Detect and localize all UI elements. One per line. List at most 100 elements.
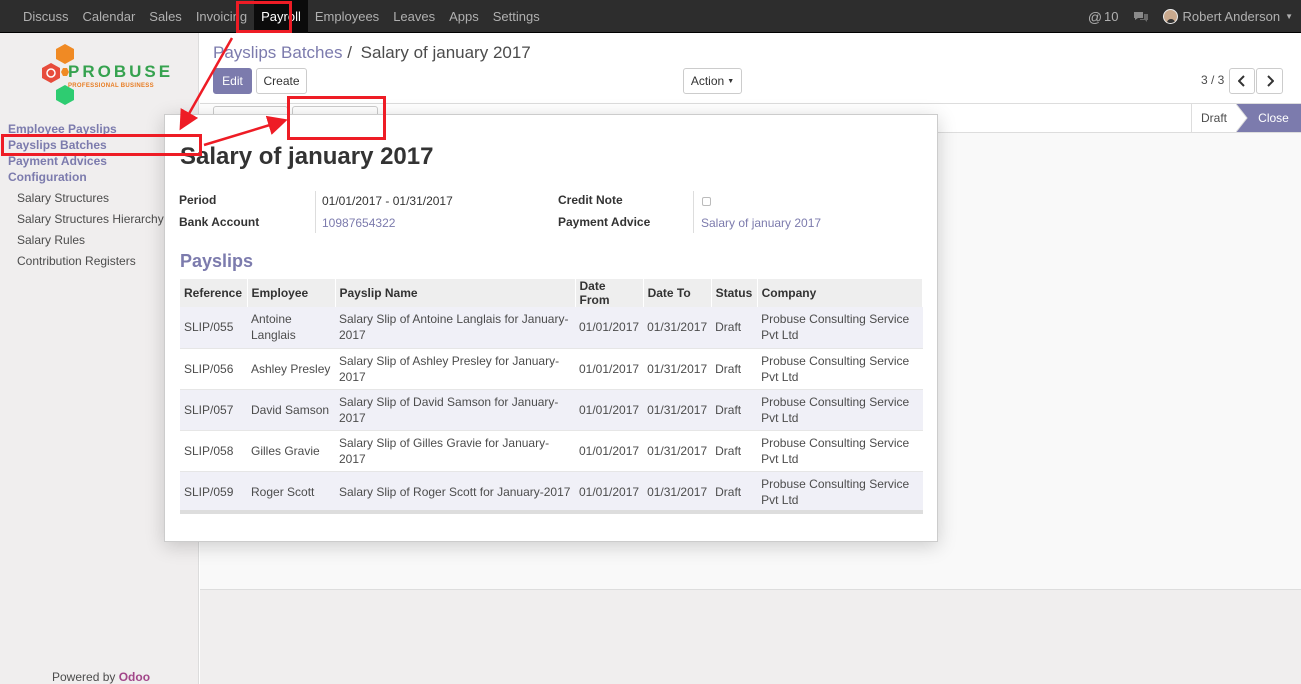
systray: @ 10 Robert Anderson ▼ xyxy=(1074,0,1293,33)
cell-status: Draft xyxy=(715,361,742,376)
bank-account-link[interactable]: 10987654322 xyxy=(322,216,395,230)
powered-prefix: Powered by xyxy=(52,670,116,684)
create-button[interactable]: Create xyxy=(256,68,307,94)
bank-account-label: Bank Account xyxy=(179,215,260,229)
stage-draft[interactable]: Draft xyxy=(1191,104,1236,132)
table-row[interactable]: SLIP/057 David Samson Salary Slip of Dav… xyxy=(180,389,923,430)
cell-date-to: 01/31/2017 xyxy=(643,307,712,348)
logo-name: PROBUSE xyxy=(68,62,174,81)
cell-status: Draft xyxy=(715,443,742,458)
table-footer xyxy=(180,510,923,514)
pager-next-button[interactable] xyxy=(1256,68,1283,94)
cell-date-to: 01/31/2017 xyxy=(643,471,712,512)
caret-down-icon: ▼ xyxy=(727,77,735,85)
cell-date-from: 01/01/2017 xyxy=(579,443,640,458)
cell-date-to: 01/31/2017 xyxy=(643,389,712,430)
sidebar-item-configuration[interactable]: Configuration xyxy=(8,170,87,184)
column-header[interactable]: Company xyxy=(757,279,924,307)
menu-leaves[interactable]: Leaves xyxy=(386,0,442,33)
pager-value: 3 / 3 xyxy=(1201,73,1225,87)
pager-previous-button[interactable] xyxy=(1229,68,1255,94)
chevron-right-icon xyxy=(1266,75,1274,87)
odoo-link[interactable]: Odoo xyxy=(119,670,150,684)
action-dropdown[interactable]: Action ▼ xyxy=(683,68,742,94)
logo-tagline: PROFESSIONAL BUSINESS xyxy=(68,83,154,89)
cell-employee: David Samson xyxy=(247,389,335,430)
caret-down-icon: ▼ xyxy=(1285,12,1293,21)
sidebar-item-contribution-registers[interactable]: Contribution Registers xyxy=(17,254,136,268)
action-label: Action xyxy=(690,74,725,88)
top-navbar: Discuss Calendar Sales Invoicing Payroll… xyxy=(0,0,1301,33)
period-value: 01/01/2017 - 01/31/2017 xyxy=(322,194,453,208)
credit-note-checkbox[interactable] xyxy=(702,197,711,206)
cell-date-to: 01/31/2017 xyxy=(647,361,708,376)
cell-employee: Ashley Presley xyxy=(251,361,331,376)
menu-settings[interactable]: Settings xyxy=(486,0,547,33)
sidebar-item-salary-structures-hierarchy[interactable]: Salary Structures Hierarchy xyxy=(17,212,164,226)
menu-employees[interactable]: Employees xyxy=(308,0,386,33)
sidebar-item-employee-payslips[interactable]: Employee Payslips xyxy=(8,122,117,136)
breadcrumb-parent[interactable]: Payslips Batches xyxy=(213,43,342,62)
cell-company: Probuse Consulting Service Pvt Ltd xyxy=(757,389,923,430)
menu-calendar[interactable]: Calendar xyxy=(76,0,143,33)
cell-payslip-name: Salary Slip of David Samson for January-… xyxy=(335,389,575,430)
cell-payslip-name: Salary Slip of Ashley Presley for Januar… xyxy=(339,353,560,384)
menu-invoicing[interactable]: Invoicing xyxy=(189,0,254,33)
payment-advice-link[interactable]: Salary of january 2017 xyxy=(701,216,821,230)
stage-arrow-icon xyxy=(1236,104,1248,132)
cell-status: Draft xyxy=(711,307,758,348)
stage-close-label: Close xyxy=(1258,111,1289,125)
menu-sales[interactable]: Sales xyxy=(142,0,189,33)
cell-employee: Antoine Langlais xyxy=(247,307,335,348)
breadcrumb: Payslips Batches / Salary of january 201… xyxy=(213,43,531,63)
table-row[interactable]: SLIP/058 Gilles Gravie Salary Slip of Gi… xyxy=(180,430,923,471)
powered-by: Powered by Odoo xyxy=(52,670,150,684)
table-row[interactable]: SLIP/056 Ashley Presley Salary Slip of A… xyxy=(180,348,923,389)
mentions-count: 10 xyxy=(1104,9,1119,24)
user-name: Robert Anderson xyxy=(1182,9,1281,24)
breadcrumb-separator: / xyxy=(347,43,352,62)
cell-company: Probuse Consulting Service Pvt Ltd xyxy=(757,471,923,512)
menu-payroll[interactable]: Payroll xyxy=(254,0,308,33)
form-sheet: Salary of january 2017 Period 01/01/2017… xyxy=(164,114,938,542)
column-header[interactable]: Date To xyxy=(643,279,712,307)
cell-date-from: 01/01/2017 xyxy=(575,307,644,348)
payment-advice-label: Payment Advice xyxy=(558,215,651,229)
menu-discuss[interactable]: Discuss xyxy=(16,0,76,33)
cell-company: Probuse Consulting Service Pvt Ltd xyxy=(757,307,923,348)
user-menu[interactable]: Robert Anderson ▼ xyxy=(1162,9,1293,24)
table-row[interactable]: SLIP/055 Antoine Langlais Salary Slip of… xyxy=(180,307,923,348)
cell-status: Draft xyxy=(711,389,758,430)
edit-button[interactable]: Edit xyxy=(213,68,252,94)
cell-reference: SLIP/059 xyxy=(180,471,247,512)
breadcrumb-current: Salary of january 2017 xyxy=(360,43,531,62)
cell-date-from: 01/01/2017 xyxy=(575,471,644,512)
table-row[interactable]: SLIP/059 Roger Scott Salary Slip of Roge… xyxy=(180,471,923,512)
cell-status: Draft xyxy=(711,471,758,512)
cell-employee: Gilles Gravie xyxy=(251,443,320,458)
cell-date-from: 01/01/2017 xyxy=(575,389,644,430)
payslips-section-title: Payslips xyxy=(180,251,254,271)
credit-note-label: Credit Note xyxy=(558,193,623,207)
cell-payslip-name: Salary Slip of Antoine Langlais for Janu… xyxy=(335,307,575,348)
sidebar-item-salary-rules[interactable]: Salary Rules xyxy=(17,233,85,247)
chat-icon[interactable] xyxy=(1133,10,1149,24)
sidebar-item-payslips-batches[interactable]: Payslips Batches xyxy=(8,138,107,152)
column-header[interactable]: Employee xyxy=(247,279,336,307)
control-panel: Payslips Batches / Salary of january 201… xyxy=(200,33,1301,103)
sidebar-item-salary-structures[interactable]: Salary Structures xyxy=(17,191,109,205)
cell-reference: SLIP/056 xyxy=(184,361,234,376)
table-header-row: Reference Employee Payslip Name Date Fro… xyxy=(180,279,924,307)
cell-employee: Roger Scott xyxy=(247,471,335,512)
mentions-indicator[interactable]: @ 10 xyxy=(1088,9,1119,25)
sidebar-item-payment-advices[interactable]: Payment Advices xyxy=(8,154,107,168)
menu-apps[interactable]: Apps xyxy=(442,0,486,33)
cell-company: Probuse Consulting Service Pvt Ltd xyxy=(761,353,910,384)
cell-reference: SLIP/055 xyxy=(180,307,247,348)
column-header[interactable]: Payslip Name xyxy=(335,279,576,307)
column-header[interactable]: Reference xyxy=(180,279,248,307)
column-header[interactable]: Date From xyxy=(575,279,644,307)
column-header[interactable]: Status xyxy=(711,279,758,307)
at-icon: @ xyxy=(1087,8,1103,25)
company-logo[interactable]: PROBUSE PROFESSIONAL BUSINESS xyxy=(38,43,170,109)
